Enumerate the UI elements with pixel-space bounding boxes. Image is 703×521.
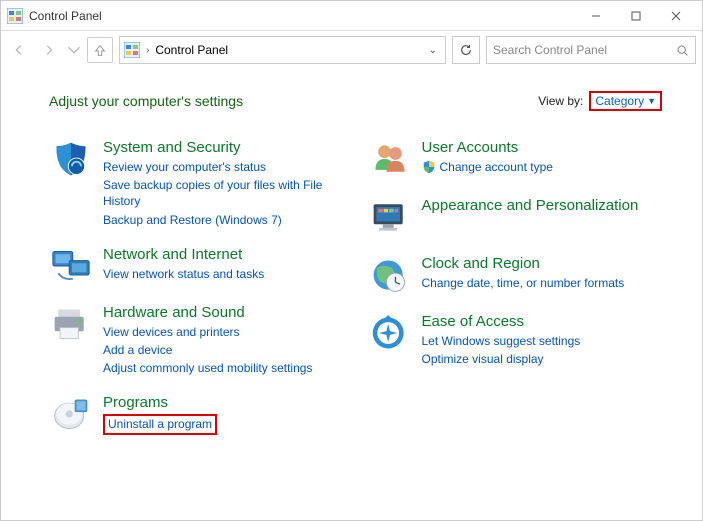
up-button[interactable]: [87, 37, 113, 63]
content-header: Adjust your computer's settings View by:…: [49, 91, 662, 111]
minimize-button[interactable]: [576, 1, 616, 31]
column-right: User Accounts Change account type: [368, 139, 663, 435]
category-ease-of-access: Ease of Access Let Windows suggest setti…: [368, 313, 663, 367]
control-panel-icon: [124, 42, 140, 58]
link-mobility-settings[interactable]: Adjust commonly used mobility settings: [103, 360, 312, 376]
link-windows-suggest[interactable]: Let Windows suggest settings: [422, 333, 581, 349]
appearance-icon: [368, 197, 412, 237]
network-icon: [49, 246, 93, 286]
view-by-value: Category: [595, 94, 644, 108]
link-optimize-display[interactable]: Optimize visual display: [422, 351, 581, 367]
category-network: Network and Internet View network status…: [49, 246, 344, 286]
view-by-label: View by:: [538, 94, 583, 108]
page-heading: Adjust your computer's settings: [49, 93, 538, 109]
address-bar[interactable]: › Control Panel ⌄: [119, 36, 446, 64]
link-backup-restore[interactable]: Backup and Restore (Windows 7): [103, 212, 344, 228]
search-placeholder: Search Control Panel: [493, 43, 676, 57]
category-title-user[interactable]: User Accounts: [422, 139, 553, 157]
control-panel-icon: [7, 8, 23, 24]
category-user-accounts: User Accounts Change account type: [368, 139, 663, 179]
link-add-device[interactable]: Add a device: [103, 342, 312, 358]
search-icon: [676, 44, 689, 57]
link-uninstall-program-highlight: Uninstall a program: [103, 414, 217, 434]
breadcrumb-item[interactable]: Control Panel: [155, 43, 228, 57]
printer-icon: [49, 304, 93, 344]
chevron-right-icon[interactable]: ›: [146, 45, 149, 56]
link-view-devices[interactable]: View devices and printers: [103, 324, 312, 340]
category-hardware: Hardware and Sound View devices and prin…: [49, 304, 344, 377]
maximize-button[interactable]: [616, 1, 656, 31]
window-controls: [576, 1, 696, 31]
link-change-account-type[interactable]: Change account type: [440, 159, 553, 175]
category-appearance: Appearance and Personalization: [368, 197, 663, 237]
shield-icon: [49, 139, 93, 179]
link-file-history[interactable]: Save backup copies of your files with Fi…: [103, 177, 344, 209]
window-title: Control Panel: [29, 9, 576, 23]
link-uninstall-program[interactable]: Uninstall a program: [108, 417, 212, 431]
view-by-control: View by: Category ▼: [538, 91, 662, 111]
back-button[interactable]: [7, 38, 31, 62]
category-title-appearance[interactable]: Appearance and Personalization: [422, 197, 639, 215]
link-network-status[interactable]: View network status and tasks: [103, 266, 264, 282]
link-change-date-time[interactable]: Change date, time, or number formats: [422, 275, 625, 291]
titlebar: Control Panel: [1, 1, 702, 31]
clock-globe-icon: [368, 255, 412, 295]
category-clock: Clock and Region Change date, time, or n…: [368, 255, 663, 295]
category-system-security: System and Security Review your computer…: [49, 139, 344, 228]
ease-of-access-icon: [368, 313, 412, 353]
forward-button[interactable]: [37, 38, 61, 62]
recent-dropdown[interactable]: [67, 38, 81, 62]
category-title-network[interactable]: Network and Internet: [103, 246, 264, 264]
view-by-dropdown[interactable]: Category ▼: [589, 91, 662, 111]
uac-shield-icon: [422, 160, 436, 174]
content-area: Adjust your computer's settings View by:…: [1, 69, 702, 435]
caret-down-icon: ▼: [647, 96, 656, 106]
category-columns: System and Security Review your computer…: [49, 139, 662, 435]
user-accounts-icon: [368, 139, 412, 179]
programs-icon: [49, 394, 93, 434]
address-dropdown[interactable]: ⌄: [425, 45, 441, 56]
category-title-programs[interactable]: Programs: [103, 394, 217, 412]
category-title-ease[interactable]: Ease of Access: [422, 313, 581, 331]
category-title-hardware[interactable]: Hardware and Sound: [103, 304, 312, 322]
close-button[interactable]: [656, 1, 696, 31]
column-left: System and Security Review your computer…: [49, 139, 344, 435]
category-title-system[interactable]: System and Security: [103, 139, 344, 157]
search-input[interactable]: Search Control Panel: [486, 36, 696, 64]
category-title-clock[interactable]: Clock and Region: [422, 255, 625, 273]
link-review-status[interactable]: Review your computer's status: [103, 159, 344, 175]
toolbar: › Control Panel ⌄ Search Control Panel: [1, 31, 702, 69]
refresh-button[interactable]: [452, 36, 480, 64]
category-programs: Programs Uninstall a program: [49, 394, 344, 434]
